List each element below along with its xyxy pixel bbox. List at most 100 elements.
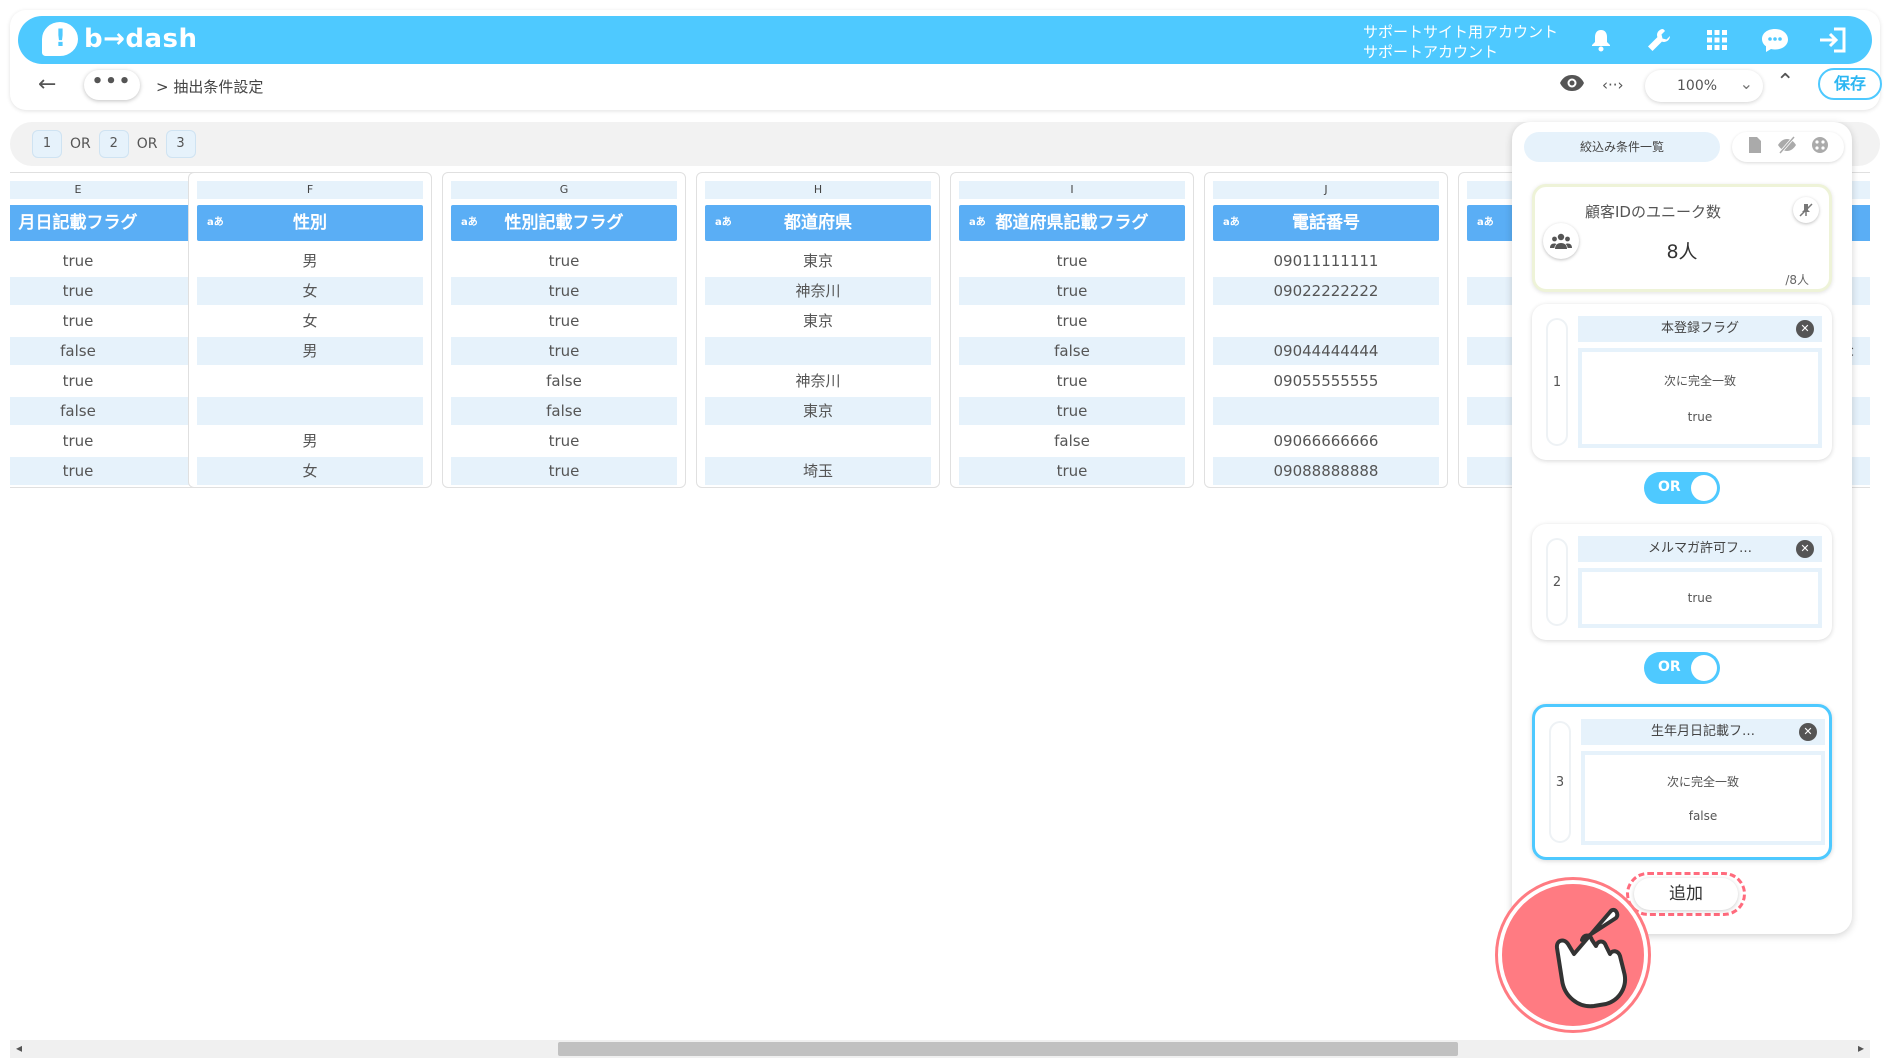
table-cell[interactable]: true: [10, 307, 191, 335]
table-cell[interactable]: false: [10, 337, 191, 365]
close-icon[interactable]: ✕: [1796, 540, 1814, 558]
table-cell[interactable]: true: [10, 247, 191, 275]
table-cell[interactable]: 女: [197, 277, 423, 305]
table-cell[interactable]: true: [10, 367, 191, 395]
table-cell[interactable]: 男: [197, 337, 423, 365]
table-cell[interactable]: [197, 397, 423, 425]
table-column[interactable]: Iaあ 都道府県記載フラグ true true true false true true fal…: [950, 172, 1194, 488]
table-cell[interactable]: 09044444444: [1213, 337, 1439, 365]
logout-icon[interactable]: [1815, 22, 1851, 58]
table-cell[interactable]: 東京: [705, 307, 931, 335]
table-cell[interactable]: true: [451, 277, 677, 305]
tab-filter-list[interactable]: 絞込み条件一覧: [1524, 132, 1720, 162]
table-cell[interactable]: true: [451, 337, 677, 365]
table-column[interactable]: E 月日記載フラグ true true true false true false true tr…: [10, 172, 200, 488]
scroll-left-icon[interactable]: ◂: [16, 1041, 22, 1055]
unique-count-value: 8人: [1666, 241, 1698, 263]
table-cell[interactable]: 09011111111: [1213, 247, 1439, 275]
close-icon[interactable]: ✕: [1796, 320, 1814, 338]
table-cell[interactable]: false: [451, 367, 677, 395]
table-cell[interactable]: 09088888888: [1213, 457, 1439, 485]
chevron-up-icon[interactable]: ⌃: [1776, 70, 1794, 95]
scrollbar-thumb[interactable]: [558, 1042, 1458, 1056]
or-toggle-1[interactable]: OR: [1644, 472, 1720, 504]
condition-chip-2[interactable]: 2: [98, 130, 129, 158]
column-header[interactable]: aあ 性別記載フラグ: [451, 205, 677, 241]
breadcrumb-more-button[interactable]: •••: [84, 70, 140, 100]
table-cell[interactable]: 09055555555: [1213, 367, 1439, 395]
table-cell[interactable]: true: [959, 247, 1185, 275]
palette-icon[interactable]: [1811, 136, 1829, 158]
horizontal-scrollbar[interactable]: ◂ ▸: [10, 1040, 1870, 1058]
pin-off-icon[interactable]: [1793, 197, 1819, 223]
chat-icon[interactable]: [1757, 22, 1793, 58]
zoom-select[interactable]: 100% ⌄: [1645, 70, 1763, 102]
table-cell[interactable]: false: [451, 397, 677, 425]
column-header[interactable]: 月日記載フラグ: [10, 205, 191, 241]
column-header[interactable]: aあ 性別: [197, 205, 423, 241]
table-cell[interactable]: [705, 337, 931, 365]
table-cell[interactable]: true: [451, 307, 677, 335]
scroll-right-icon[interactable]: ▸: [1858, 1041, 1864, 1055]
code-view-icon[interactable]: ‹··›: [1602, 76, 1624, 94]
table-cell[interactable]: true: [959, 397, 1185, 425]
table-cell[interactable]: 埼玉: [705, 457, 931, 485]
table-column[interactable]: Haあ 都道府県 東京 神奈川 東京 神奈川 東京 埼玉: [696, 172, 940, 488]
condition-chip-3[interactable]: 3: [165, 130, 196, 158]
table-cell[interactable]: 09022222222: [1213, 277, 1439, 305]
or-toggle-2[interactable]: OR: [1644, 652, 1720, 684]
table-cell[interactable]: 神奈川: [705, 277, 931, 305]
table-cell[interactable]: true: [959, 457, 1185, 485]
column-cells: 東京 神奈川 東京 神奈川 東京 埼玉: [705, 247, 931, 485]
table-cell[interactable]: true: [959, 277, 1185, 305]
table-cell[interactable]: [705, 427, 931, 455]
condition-card-1[interactable]: 1 本登録フラグ ✕ 次に完全一致 true: [1532, 304, 1832, 460]
table-cell[interactable]: true: [959, 367, 1185, 395]
table-cell[interactable]: 男: [197, 427, 423, 455]
table-column[interactable]: Gaあ 性別記載フラグ true true true true false false true…: [442, 172, 686, 488]
table-cell[interactable]: 神奈川: [705, 367, 931, 395]
table-cell[interactable]: 東京: [705, 397, 931, 425]
table-column[interactable]: Jaあ 電話番号 09011111111 09022222222 09044444444…: [1204, 172, 1448, 488]
close-icon[interactable]: ✕: [1799, 723, 1817, 741]
table-cell[interactable]: 東京: [705, 247, 931, 275]
table-cell[interactable]: true: [451, 247, 677, 275]
table-cell[interactable]: 男: [197, 247, 423, 275]
save-button[interactable]: 保存: [1818, 68, 1882, 100]
table-cell[interactable]: [197, 367, 423, 395]
table-cell[interactable]: true: [10, 457, 191, 485]
eye-icon[interactable]: [1558, 72, 1586, 98]
column-header[interactable]: aあ 都道府県記載フラグ: [959, 205, 1185, 241]
table-cell[interactable]: 09066666666: [1213, 427, 1439, 455]
add-condition-button[interactable]: 追加: [1634, 878, 1738, 910]
account-info[interactable]: サポートサイト用アカウント サポートアカウント: [1363, 22, 1558, 62]
table-cell[interactable]: false: [959, 337, 1185, 365]
condition-card-3[interactable]: 3 生年月日記載フ… ✕ 次に完全一致 false: [1532, 704, 1832, 860]
condition-chip-1[interactable]: 1: [32, 130, 62, 158]
logo[interactable]: b→dash: [42, 22, 198, 56]
document-icon[interactable]: [1747, 136, 1763, 158]
table-cell[interactable]: [1213, 307, 1439, 335]
column-header[interactable]: aあ 都道府県: [705, 205, 931, 241]
table-cell[interactable]: true: [959, 307, 1185, 335]
wrench-icon[interactable]: [1641, 22, 1677, 58]
table-cell[interactable]: false: [10, 397, 191, 425]
arrow-left-icon[interactable]: ←: [38, 72, 56, 97]
table-cell[interactable]: true: [451, 457, 677, 485]
grid-icon[interactable]: [1699, 22, 1735, 58]
condition-card-2[interactable]: 2 メルマガ許可フ… ✕ true: [1532, 524, 1832, 640]
column-header[interactable]: aあ 電話番号: [1213, 205, 1439, 241]
condition-body[interactable]: 次に完全一致 true: [1578, 348, 1822, 448]
table-cell[interactable]: 女: [197, 307, 423, 335]
table-cell[interactable]: true: [10, 427, 191, 455]
table-cell[interactable]: true: [451, 427, 677, 455]
table-cell[interactable]: 女: [197, 457, 423, 485]
hide-icon[interactable]: [1777, 136, 1797, 158]
condition-body[interactable]: 次に完全一致 false: [1581, 751, 1825, 845]
table-cell[interactable]: [1213, 397, 1439, 425]
table-column[interactable]: Faあ 性別男女女男男女: [188, 172, 432, 488]
table-cell[interactable]: false: [959, 427, 1185, 455]
bell-icon[interactable]: [1583, 22, 1619, 58]
condition-body[interactable]: true: [1578, 568, 1822, 628]
table-cell[interactable]: true: [10, 277, 191, 305]
